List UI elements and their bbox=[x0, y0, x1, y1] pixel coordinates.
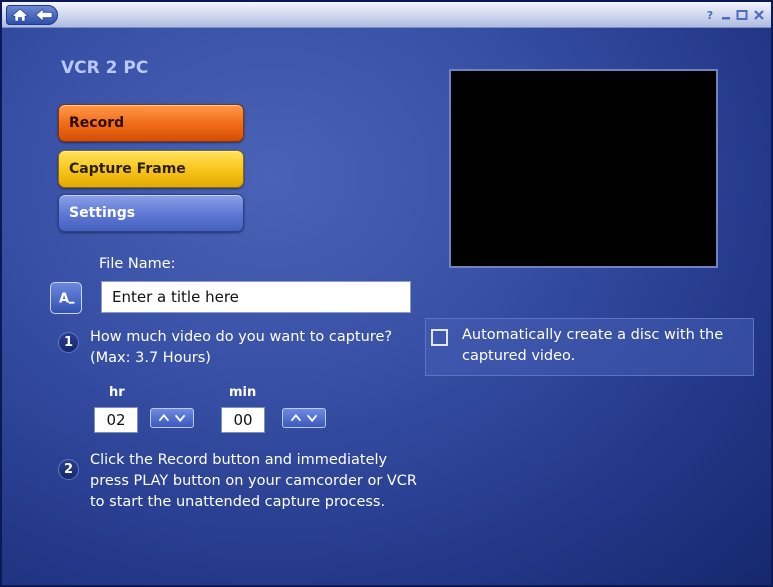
hour-label: hr bbox=[109, 385, 125, 400]
close-icon[interactable] bbox=[752, 7, 766, 21]
app-window: ? VCR 2 PC Record Capture Frame Settings… bbox=[0, 0, 773, 587]
text-entry-icon[interactable]: A bbox=[50, 282, 82, 314]
minute-spinner[interactable] bbox=[282, 408, 326, 428]
step-1-text: How much video do you want to capture? (… bbox=[90, 329, 393, 366]
minute-value-field[interactable]: 00 bbox=[221, 407, 265, 433]
hour-spinner[interactable] bbox=[150, 408, 194, 428]
file-name-label: File Name: bbox=[99, 256, 176, 272]
help-icon[interactable]: ? bbox=[703, 7, 717, 22]
step-2-text: Click the Record button and immediately … bbox=[90, 452, 418, 510]
home-icon[interactable] bbox=[10, 7, 30, 23]
svg-text:A: A bbox=[59, 292, 70, 307]
svg-text:?: ? bbox=[707, 9, 713, 22]
capture-frame-button[interactable]: Capture Frame bbox=[58, 150, 244, 188]
step-2-badge: 2 bbox=[58, 459, 79, 480]
auto-disc-checkbox[interactable] bbox=[431, 329, 448, 346]
video-preview bbox=[449, 69, 718, 268]
file-name-input[interactable] bbox=[101, 281, 411, 313]
record-button[interactable]: Record bbox=[58, 104, 244, 142]
step-1-badge: 1 bbox=[58, 332, 79, 353]
back-arrow-icon[interactable] bbox=[34, 7, 54, 23]
hour-value-field[interactable]: 02 bbox=[94, 407, 138, 433]
auto-disc-panel: Automatically create a disc with the cap… bbox=[425, 318, 754, 376]
nav-button-group bbox=[6, 5, 58, 25]
settings-button[interactable]: Settings bbox=[58, 194, 244, 232]
title-bar: ? bbox=[2, 2, 771, 28]
minute-label: min bbox=[229, 385, 257, 400]
maximize-icon[interactable] bbox=[735, 7, 749, 21]
minimize-icon[interactable] bbox=[719, 7, 733, 21]
app-title: VCR 2 PC bbox=[61, 58, 149, 78]
auto-disc-label: Automatically create a disc with the cap… bbox=[462, 327, 724, 364]
